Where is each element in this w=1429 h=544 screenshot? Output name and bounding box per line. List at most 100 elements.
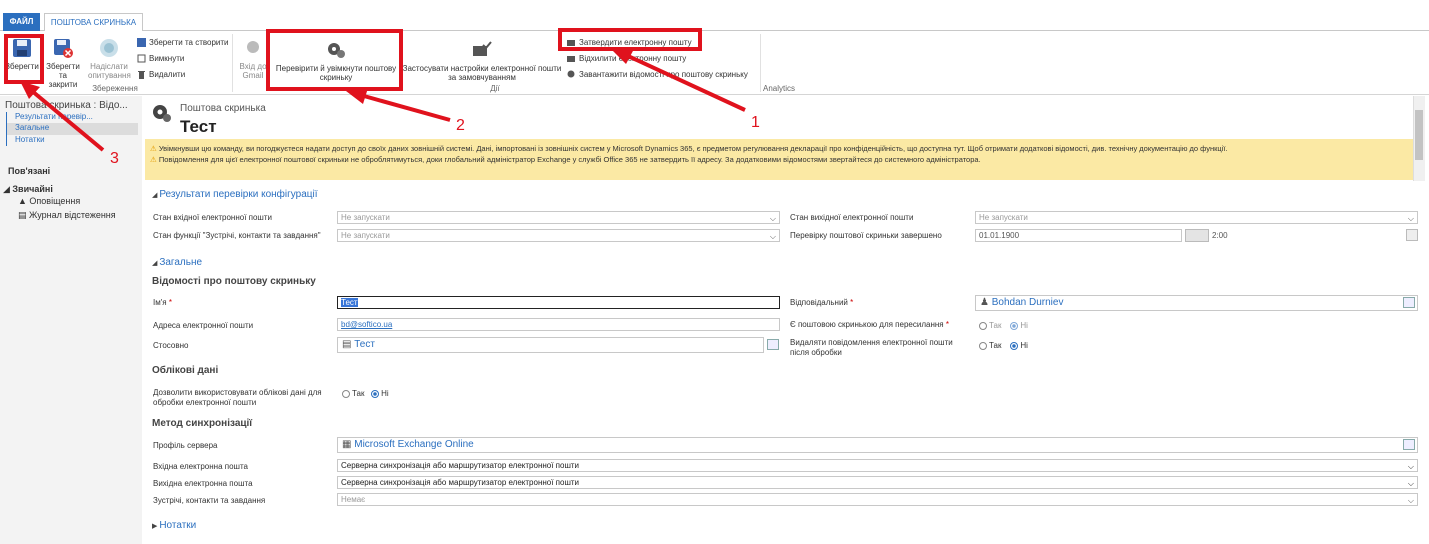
forward-mailbox-label: Є поштовою скринькою для пересилання *: [790, 320, 949, 329]
sync-method-heading: Метод синхронізації: [152, 418, 253, 429]
nav-link-notes[interactable]: Нотатки: [6, 135, 138, 146]
forward-no-radio[interactable]: [1010, 321, 1019, 330]
notification-line-2: ⚠ Повідомлення для цієї електронної пошт…: [150, 155, 981, 164]
send-survey-button[interactable]: Надіслати опитування: [88, 38, 131, 80]
save-new-button[interactable]: Зберегти та створити: [137, 36, 229, 48]
gmail-icon: [247, 41, 259, 53]
reject-email-button[interactable]: Відхилити електронну пошту: [567, 52, 748, 64]
document-icon: ▤: [18, 210, 30, 220]
regarding-lookup[interactable]: ▤ Тест: [337, 337, 764, 353]
left-navigation: [0, 96, 142, 544]
delete-no-radio[interactable]: [1010, 341, 1019, 350]
bell-icon: ▲: [18, 196, 30, 206]
incoming-status-select[interactable]: Не запускати ⌵: [337, 211, 780, 224]
regarding-label: Стосовно: [153, 341, 189, 350]
annotation-box-approve-email: [558, 28, 702, 51]
appointments-status-label: Стан функції "Зустрічі, контакти та завд…: [153, 231, 321, 240]
delete-button[interactable]: Видалити: [137, 68, 229, 80]
section-general[interactable]: ◢ Загальне: [152, 257, 202, 268]
nav-link-list: Результати перевір... Загальне Нотатки: [6, 112, 138, 146]
owner-label: Відповідальний *: [790, 298, 854, 307]
email-address-label: Адреса електронної пошти: [153, 321, 254, 330]
delete-yes-radio[interactable]: [979, 341, 987, 350]
gears-small-icon: [567, 70, 575, 77]
chevron-down-icon: ⌵: [769, 232, 776, 241]
save-group-small-buttons: Зберегти та створити Вимкнути Видалити: [137, 36, 229, 80]
scrollbar-thumb[interactable]: [1415, 110, 1423, 160]
group-separator: [232, 34, 233, 92]
name-label: Ім'я *: [153, 298, 172, 307]
cred-yes-radio[interactable]: [342, 389, 350, 398]
group-save-label: Збереження: [92, 84, 138, 93]
ribbon-tab-bar: ФАЙЛ ПОШТОВА СКРИНЬКА: [0, 13, 1429, 32]
server-profile-label: Профіль сервера: [153, 441, 218, 450]
outgoing-status-label: Стан вихідної електронної пошти: [790, 213, 914, 222]
outgoing-email-select[interactable]: Серверна синхронізація або маршрутизатор…: [337, 476, 1418, 489]
forward-mailbox-radios: Так Ні: [979, 321, 1028, 330]
annotation-number-1: 1: [751, 114, 760, 131]
outgoing-status-select[interactable]: Не запускати ⌵: [975, 211, 1418, 224]
mailbox-entity-icon: [153, 105, 171, 122]
group-analytics-label: Analytics: [762, 84, 795, 93]
download-details-button[interactable]: Завантажити відомості про поштову скринь…: [567, 68, 748, 80]
clock-icon[interactable]: [1406, 229, 1418, 241]
nav-link-general[interactable]: Загальне: [6, 123, 138, 135]
deactivate-button[interactable]: Вимкнути: [137, 52, 229, 64]
apply-default-label: Застосувати настройки електронної пошти …: [402, 64, 562, 82]
cred-no-radio[interactable]: [371, 389, 380, 398]
lookup-search-icon[interactable]: [767, 339, 779, 350]
test-completed-date[interactable]: 01.01.1900: [975, 229, 1182, 242]
save-close-button[interactable]: Зберегти та закрити: [45, 38, 81, 89]
owner-lookup[interactable]: ♟ Bohdan Durniev: [975, 295, 1418, 311]
notification-messages: ⚠ Увімкнувши цю команду, ви погоджуєтеся…: [150, 143, 1408, 165]
chevron-down-icon: ⌵: [1407, 214, 1414, 223]
annotation-box-test-enable: [266, 29, 403, 91]
warning-icon: ⚠: [150, 155, 159, 164]
test-completed-time[interactable]: 2:00: [1212, 231, 1228, 240]
credentials-heading: Облікові дані: [152, 365, 219, 376]
user-icon: ♟: [980, 297, 992, 308]
trash-icon: [138, 70, 145, 79]
notification-line-1: ⚠ Увімкнувши цю команду, ви погоджуєтеся…: [150, 144, 1228, 153]
document-icon: ▤: [342, 339, 355, 350]
server-profile-lookup[interactable]: ▦ Microsoft Exchange Online: [337, 437, 1418, 453]
entity-type-label: Поштова скринька: [180, 103, 266, 114]
lookup-search-icon[interactable]: [1403, 297, 1415, 308]
lookup-search-icon[interactable]: [1403, 439, 1415, 450]
annotation-number-2: 2: [456, 117, 465, 134]
nav-item-alerts[interactable]: ▲ Оповіщення: [18, 196, 80, 206]
mail-check-icon: [473, 41, 492, 56]
chevron-down-icon: ⌵: [769, 214, 776, 223]
gmail-signin-button[interactable]: Вхід до Gmail: [238, 38, 268, 80]
section-notes[interactable]: ▶ Нотатки: [152, 520, 196, 531]
save-new-icon: [137, 37, 146, 47]
nav-related-heading: Пов'язані: [8, 166, 51, 176]
nav-item-trace-log[interactable]: ▤ Журнал відстеження: [18, 210, 116, 221]
incoming-email-label: Вхідна електронна пошта: [153, 462, 248, 471]
save-close-icon: [54, 39, 73, 58]
collapse-triangle-icon: ◢: [3, 184, 13, 194]
incoming-email-select[interactable]: Серверна синхронізація або маршрутизатор…: [337, 459, 1418, 472]
section-config-results[interactable]: ◢ Результати перевірки конфігурації: [152, 189, 318, 200]
test-completed-label: Перевірку поштової скриньки завершено: [790, 231, 942, 240]
warning-icon: ⚠: [150, 144, 159, 153]
group-actions-label: Дії: [490, 84, 500, 93]
chevron-down-icon: ⌵: [1407, 496, 1414, 505]
apply-default-settings-button[interactable]: Застосувати настройки електронної пошти …: [400, 40, 564, 82]
email-address-input[interactable]: bd@softico.ua: [337, 318, 780, 331]
tab-mailbox[interactable]: ПОШТОВА СКРИНЬКА: [44, 13, 143, 32]
nav-link-config-results[interactable]: Результати перевір...: [6, 112, 138, 123]
appointments-select[interactable]: Немає ⌵: [337, 493, 1418, 506]
nav-record-title: Поштова скринька : Відо...: [5, 100, 128, 111]
credentials-label: Дозволити використовувати облікові дані …: [153, 388, 322, 407]
tab-file[interactable]: ФАЙЛ: [3, 13, 40, 31]
forward-yes-radio[interactable]: [979, 321, 987, 330]
annotation-number-3: 3: [110, 150, 119, 167]
name-input[interactable]: Тест: [337, 296, 780, 309]
gmail-label: Вхід до Gmail: [239, 62, 267, 80]
calendar-icon[interactable]: [1185, 229, 1209, 242]
deactivate-icon: [137, 54, 146, 62]
credentials-radios: Так Ні: [342, 389, 389, 398]
appointments-status-select[interactable]: Не запускати ⌵: [337, 229, 780, 242]
chevron-down-icon: ⌵: [1407, 462, 1414, 471]
